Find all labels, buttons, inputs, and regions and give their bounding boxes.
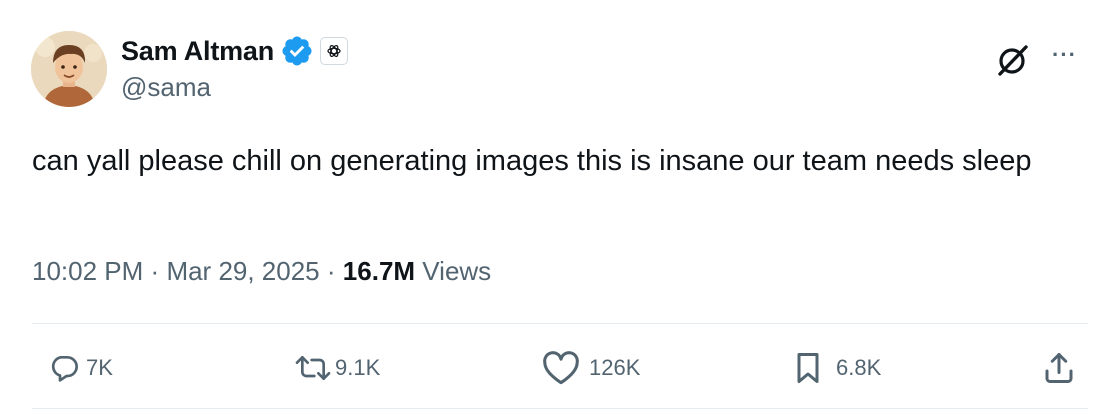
like-button[interactable]: 126K bbox=[541, 348, 640, 388]
tweet-time[interactable]: 10:02 PM bbox=[32, 256, 143, 286]
verified-badge-icon[interactable] bbox=[280, 34, 314, 68]
meta-separator: · bbox=[326, 256, 336, 286]
author-handle[interactable]: @sama bbox=[121, 72, 211, 103]
repost-count: 9.1K bbox=[335, 355, 381, 380]
divider bbox=[32, 323, 1088, 324]
bookmark-button[interactable]: 6.8K bbox=[790, 348, 881, 388]
like-count: 126K bbox=[589, 355, 641, 380]
author-display-name[interactable]: Sam Altman bbox=[121, 36, 274, 67]
heart-icon bbox=[541, 351, 581, 385]
openai-logo-icon[interactable] bbox=[320, 37, 349, 65]
views-label: Views bbox=[422, 256, 492, 286]
divider bbox=[32, 408, 1088, 409]
author-name-row: Sam Altman bbox=[121, 33, 349, 69]
tweet-card: Sam Altman @sama ··· can yall please chi bbox=[0, 0, 1120, 412]
tweet-date[interactable]: Mar 29, 2025 bbox=[166, 256, 319, 286]
share-button[interactable] bbox=[1041, 348, 1077, 388]
views-count: 16.7M bbox=[342, 256, 416, 286]
avatar[interactable] bbox=[31, 31, 107, 107]
reply-count: 7K bbox=[86, 355, 113, 380]
repost-button[interactable]: 9.1K bbox=[293, 348, 380, 388]
tweet-text: can yall please chill on generating imag… bbox=[32, 145, 1032, 177]
share-icon bbox=[1041, 350, 1077, 386]
reply-button[interactable]: 7K bbox=[48, 348, 113, 388]
reply-icon bbox=[48, 352, 80, 384]
meta-separator: · bbox=[150, 256, 160, 286]
tweet-meta: 10:02 PM · Mar 29, 2025 · 16.7M Views bbox=[32, 256, 491, 287]
more-icon[interactable]: ··· bbox=[1052, 40, 1077, 70]
bookmark-count: 6.8K bbox=[836, 355, 882, 380]
grok-icon[interactable] bbox=[995, 42, 1031, 78]
repost-icon bbox=[293, 352, 333, 384]
bookmark-icon bbox=[790, 350, 826, 386]
